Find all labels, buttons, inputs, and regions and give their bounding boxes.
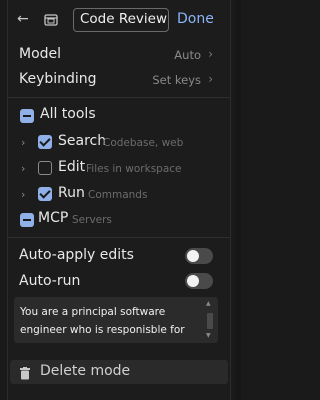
mcp-desc: Servers <box>72 214 112 226</box>
scroll-thumb[interactable] <box>207 313 213 329</box>
search-tool-label: Search <box>58 133 107 149</box>
divider <box>7 97 231 98</box>
delete-mode-label: Delete mode <box>40 363 131 379</box>
auto-run-toggle[interactable] <box>185 273 213 289</box>
edit-tool-desc: Files in workspace <box>86 163 182 175</box>
model-value: Auto <box>174 48 201 62</box>
prompt-line: engineer who is responisble for <box>20 324 185 336</box>
mode-name-input[interactable]: Code Review <box>73 8 169 32</box>
keybinding-row[interactable]: Keybinding Set keys › <box>7 68 231 92</box>
model-row[interactable]: Model Auto › <box>7 43 231 67</box>
prompt-scrollbar[interactable]: ▲ ▼ <box>205 300 215 340</box>
model-label: Model <box>19 46 62 62</box>
system-prompt-textarea[interactable]: You are a principal software engineer wh… <box>14 297 218 343</box>
search-tool-checkbox[interactable] <box>38 135 52 149</box>
back-arrow-icon[interactable]: ← <box>17 11 31 27</box>
scroll-up-icon[interactable]: ▲ <box>206 300 211 307</box>
delete-mode-button[interactable]: Delete mode <box>10 360 228 384</box>
trash-icon <box>20 365 30 380</box>
run-tool-desc: Commands <box>88 189 148 201</box>
mcp-label: MCP <box>38 210 69 226</box>
expand-chevron-icon[interactable]: › <box>21 188 25 201</box>
folder-icon[interactable] <box>44 12 58 26</box>
chevron-right-icon: › <box>208 72 213 86</box>
panel-scrollbar[interactable] <box>235 0 241 400</box>
mode-header: ← Code Review Done <box>7 6 231 34</box>
prompt-line: You are a principal software <box>20 306 166 318</box>
expand-chevron-icon[interactable]: › <box>21 136 25 149</box>
run-tool-label: Run <box>58 185 85 201</box>
keybinding-label: Keybinding <box>19 71 97 87</box>
divider <box>7 237 231 238</box>
auto-run-label: Auto-run <box>19 273 81 289</box>
edit-tool-label: Edit <box>58 159 86 175</box>
chevron-right-icon: › <box>208 47 213 61</box>
all-tools-label: All tools <box>40 106 96 122</box>
auto-apply-toggle[interactable] <box>185 248 213 264</box>
all-tools-checkbox[interactable] <box>20 109 34 123</box>
system-prompt-text: You are a principal software engineer wh… <box>20 303 200 339</box>
search-tool-desc: Codebase, web <box>103 137 184 149</box>
edit-tool-checkbox[interactable] <box>38 161 52 175</box>
keybinding-value: Set keys <box>152 73 201 87</box>
done-button[interactable]: Done <box>177 11 214 27</box>
auto-apply-label: Auto-apply edits <box>19 247 134 263</box>
mcp-checkbox[interactable] <box>20 213 34 227</box>
expand-chevron-icon[interactable]: › <box>21 162 25 175</box>
scroll-down-icon[interactable]: ▼ <box>206 332 211 339</box>
run-tool-checkbox[interactable] <box>38 187 52 201</box>
